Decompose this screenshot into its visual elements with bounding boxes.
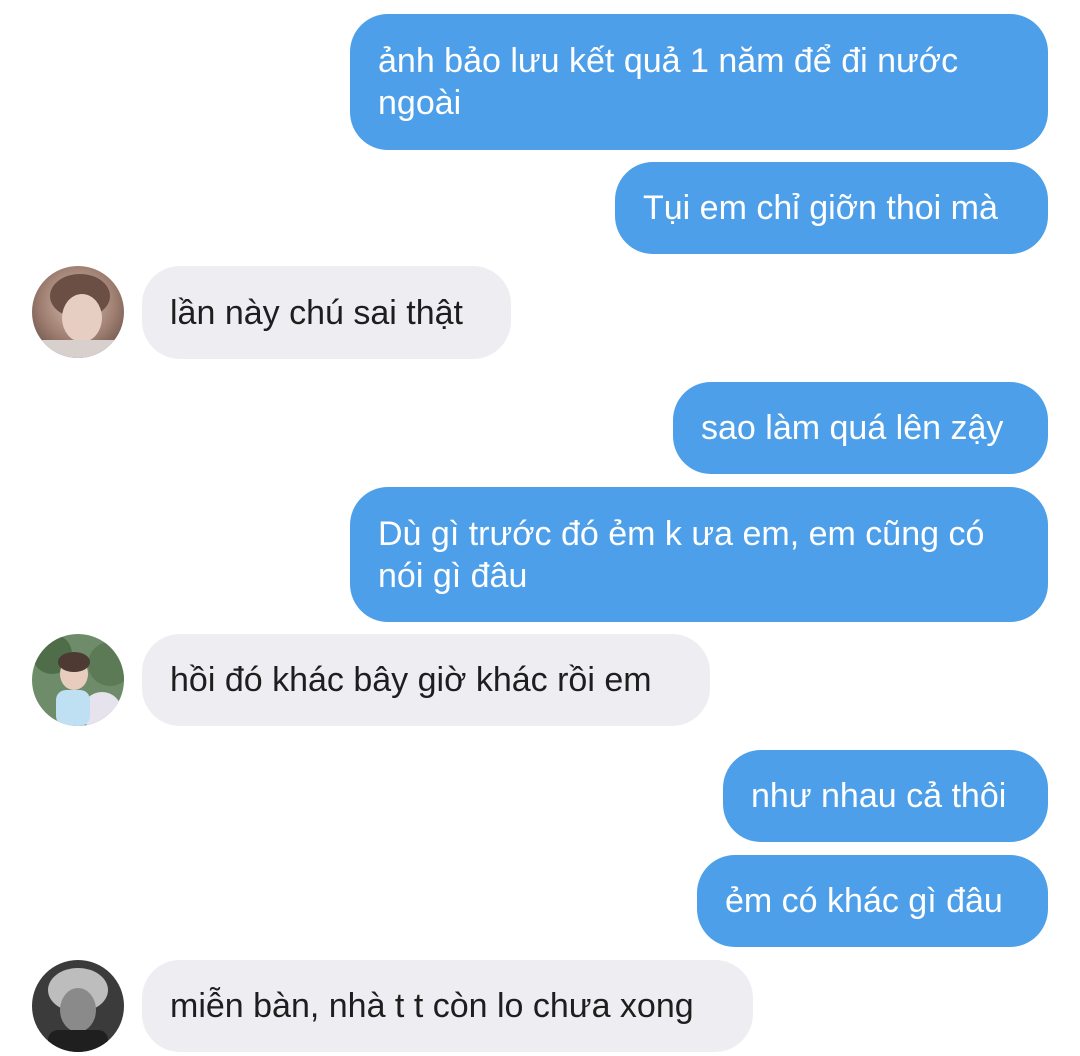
chat-thread: ảnh bảo lưu kết quả 1 năm để đi nước ngo…	[0, 0, 1080, 1056]
message-text: miễn bàn, nhà t t còn lo chưa xong	[170, 987, 694, 1025]
message-text: ẻm có khác gì đâu	[725, 882, 1003, 920]
message-incoming[interactable]: lần này chú sai thật	[142, 266, 511, 359]
profile-photo-icon	[32, 960, 124, 1052]
profile-photo-icon	[32, 266, 124, 358]
profile-photo-icon	[32, 634, 124, 726]
avatar[interactable]	[32, 634, 124, 726]
message-incoming[interactable]: hồi đó khác bây giờ khác rồi em	[142, 634, 710, 726]
message-text: sao làm quá lên zậy	[701, 409, 1004, 447]
message-outgoing[interactable]: sao làm quá lên zậy	[673, 382, 1048, 474]
message-text: hồi đó khác bây giờ khác rồi em	[170, 661, 652, 699]
message-text: ảnh bảo lưu kết quả 1 năm để đi nước ngo…	[378, 42, 968, 122]
avatar[interactable]	[32, 266, 124, 358]
message-incoming[interactable]: miễn bàn, nhà t t còn lo chưa xong	[142, 960, 753, 1052]
message-outgoing[interactable]: như nhau cả thôi	[723, 750, 1048, 842]
message-outgoing[interactable]: Tụi em chỉ giỡn thoi mà	[615, 162, 1048, 254]
message-text: Dù gì trước đó ẻm k ưa em, em cũng có nó…	[378, 514, 994, 595]
message-text: như nhau cả thôi	[751, 777, 1007, 815]
avatar[interactable]	[32, 960, 124, 1052]
message-outgoing[interactable]: Dù gì trước đó ẻm k ưa em, em cũng có nó…	[350, 487, 1048, 622]
message-outgoing[interactable]: ẻm có khác gì đâu	[697, 855, 1048, 947]
message-outgoing[interactable]: ảnh bảo lưu kết quả 1 năm để đi nước ngo…	[350, 14, 1048, 150]
message-text: lần này chú sai thật	[170, 293, 463, 332]
message-text: Tụi em chỉ giỡn thoi mà	[643, 189, 998, 227]
